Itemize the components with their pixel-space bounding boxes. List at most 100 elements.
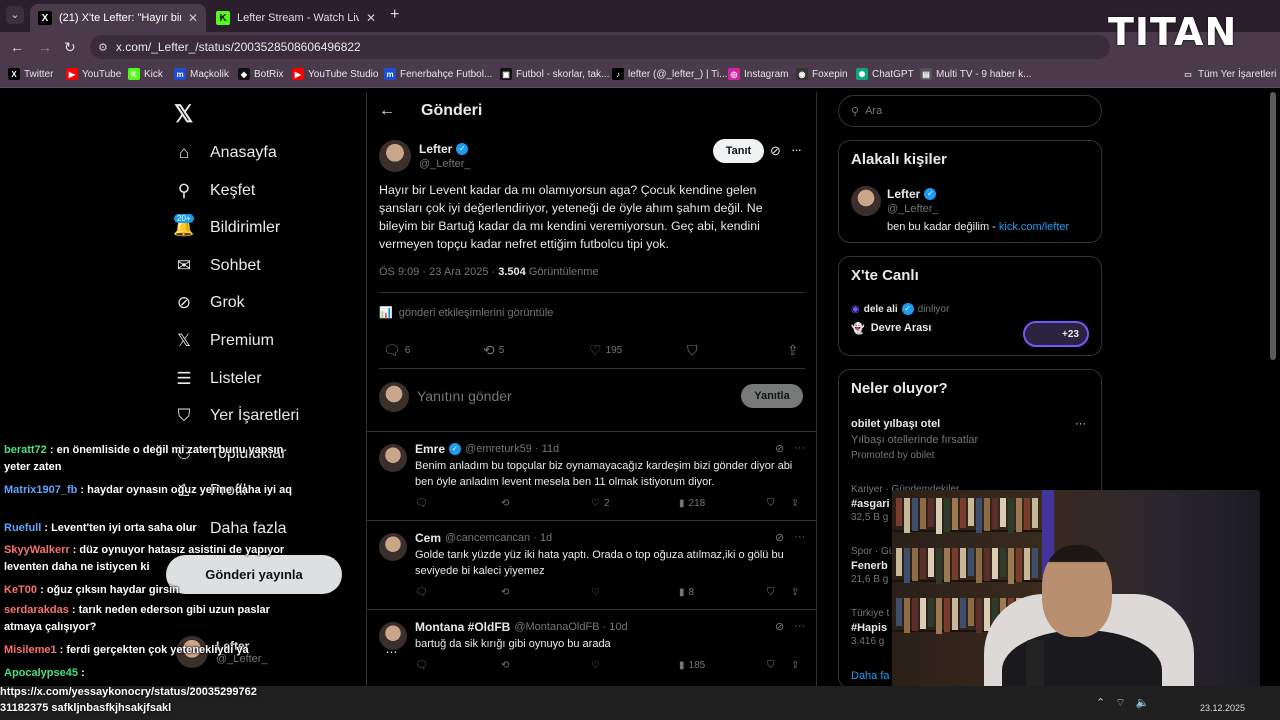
bookmark-item[interactable]: ✺ ChatGPT bbox=[856, 68, 914, 80]
sidebar-item-list[interactable]: ☰ Listeler bbox=[174, 369, 261, 389]
related-handle[interactable]: @_Lefter_ bbox=[887, 203, 939, 215]
more-icon[interactable]: ··· bbox=[1075, 418, 1086, 430]
grok-icon[interactable]: ⊘ bbox=[775, 531, 784, 544]
tweet-author[interactable]: Lefter ✓ @_Lefter_ bbox=[379, 140, 471, 172]
bookmark-item[interactable]: ▤ Multi TV - 9 haber k... bbox=[920, 68, 1031, 80]
avatar[interactable] bbox=[379, 140, 411, 172]
bookmark-item[interactable]: ◆ BotRix bbox=[238, 68, 283, 80]
retweet-action[interactable]: ⟲ 5 bbox=[483, 342, 504, 359]
reply-author[interactable]: Cem bbox=[415, 531, 441, 545]
site-info-icon[interactable]: ⚙ bbox=[98, 41, 108, 54]
sidebar-item-x[interactable]: 𝕏 Premium bbox=[174, 331, 274, 351]
forward-arrow-icon[interactable]: → bbox=[38, 39, 52, 55]
clock-date[interactable]: 23.12.2025 bbox=[1200, 703, 1245, 713]
views-action[interactable]: ▮ 218 bbox=[679, 498, 705, 509]
author-name[interactable]: Lefter bbox=[419, 142, 452, 156]
all-bookmarks-folder[interactable]: ▭ Tüm Yer İşaretleri bbox=[1182, 68, 1276, 80]
author-handle[interactable]: @_Lefter_ bbox=[419, 158, 471, 170]
more-icon[interactable]: ··· bbox=[794, 620, 805, 633]
x-logo-icon[interactable]: 𝕏 bbox=[174, 100, 193, 129]
chevron-up-icon[interactable]: ⌃ bbox=[1096, 696, 1105, 710]
share-icon[interactable]: ⇪ bbox=[791, 660, 799, 671]
view-engagements-link[interactable]: 📊 gönderi etkileşimlerini görüntüle bbox=[379, 306, 553, 320]
bookmark-item[interactable]: ♪ lefter (@_lefter_) | Ti... bbox=[612, 68, 727, 80]
share-icon[interactable]: ⇪ bbox=[791, 587, 799, 598]
sidebar-item-grok[interactable]: ⊘ Grok bbox=[174, 293, 245, 313]
avatar[interactable] bbox=[379, 622, 407, 650]
bookmark-item[interactable]: K Kick bbox=[128, 68, 163, 80]
retweet-icon[interactable]: ⟲ bbox=[501, 498, 509, 509]
bookmark-item[interactable]: X Twitter bbox=[8, 68, 53, 80]
bookmark-item[interactable]: ◎ Instagram bbox=[728, 68, 788, 80]
close-icon[interactable]: ✕ bbox=[188, 11, 198, 25]
live-space-title[interactable]: Devre Arası bbox=[871, 322, 932, 335]
reply-icon[interactable]: 🗨 bbox=[415, 498, 428, 509]
speaker-icon[interactable]: 🔈 bbox=[1136, 696, 1150, 710]
share-icon[interactable]: ⇪ bbox=[791, 498, 799, 509]
reply-tweet[interactable]: Emre ✓ @emreturk59 · 11d ⊘ ··· Benim anladım … bbox=[367, 431, 816, 520]
reply-author[interactable]: Emre bbox=[415, 442, 445, 456]
tab-kick-stream[interactable]: K Lefter Stream - Watch Live on K ✕ bbox=[208, 4, 384, 32]
wifi-icon[interactable]: ⌔ bbox=[1115, 696, 1125, 710]
bookmark-item[interactable]: ▣ Futbol - skorlar, tak... bbox=[500, 68, 609, 80]
show-more-link[interactable]: Daha fa bbox=[851, 670, 890, 682]
sidebar-item-mail[interactable]: ✉ Sohbet bbox=[174, 256, 261, 276]
bookmark-item[interactable]: ▶ YouTube Studio bbox=[292, 68, 378, 80]
reply-handle[interactable]: @MontanaOldFB · 10d bbox=[514, 621, 627, 633]
reply-action[interactable]: 🗨 6 bbox=[383, 342, 410, 359]
like-action[interactable]: ♡ 2 bbox=[591, 498, 610, 509]
promoted-trend[interactable]: obilet yılbaşı otel Yılbaşı otellerinde … bbox=[851, 417, 978, 463]
related-name[interactable]: Lefter bbox=[887, 187, 920, 201]
retweet-icon[interactable]: ⟲ bbox=[501, 587, 509, 598]
reply-input[interactable]: Yanıtını gönder bbox=[417, 388, 512, 404]
like-action[interactable]: ♡ 195 bbox=[589, 342, 622, 359]
more-icon[interactable]: ··· bbox=[791, 142, 802, 157]
back-arrow-icon[interactable]: ← bbox=[379, 102, 395, 120]
views-action[interactable]: ▮ 8 bbox=[679, 587, 694, 598]
grok-icon[interactable]: ⊘ bbox=[770, 143, 781, 159]
tab-search-button[interactable]: ⌄ bbox=[6, 6, 24, 24]
promote-button[interactable]: Tanıt bbox=[713, 139, 764, 163]
retweet-icon[interactable]: ⟲ bbox=[501, 660, 509, 671]
live-host[interactable]: dele ali bbox=[864, 304, 898, 315]
bookmark-icon[interactable]: ⛉ bbox=[767, 587, 775, 598]
like-action[interactable]: ♡ bbox=[591, 587, 604, 598]
bookmark-item[interactable]: m Fenerbahçe Futbol... bbox=[384, 68, 492, 80]
close-icon[interactable]: ✕ bbox=[366, 11, 376, 25]
avatar[interactable] bbox=[379, 533, 407, 561]
reply-handle[interactable]: @cancemcancan · 1d bbox=[445, 532, 552, 544]
new-tab-plus-icon[interactable]: + bbox=[390, 6, 399, 24]
grok-icon[interactable]: ⊘ bbox=[775, 442, 784, 455]
reply-author[interactable]: Montana #OldFB bbox=[415, 620, 510, 634]
avatar[interactable] bbox=[851, 186, 881, 216]
bookmark-icon[interactable]: ⛉ bbox=[767, 498, 775, 509]
more-icon[interactable]: ··· bbox=[794, 531, 805, 544]
reply-handle[interactable]: @emreturk59 · 11d bbox=[465, 443, 559, 455]
back-arrow-icon[interactable]: ← bbox=[10, 39, 24, 55]
reply-button[interactable]: Yanıtla bbox=[741, 384, 803, 408]
bookmark-item[interactable]: ◉ Foxepin bbox=[796, 68, 848, 80]
more-icon[interactable]: ··· bbox=[794, 442, 805, 455]
sidebar-item-home[interactable]: ⌂ Anasayfa bbox=[174, 143, 277, 163]
like-action[interactable]: ♡ bbox=[591, 660, 604, 671]
trend-item[interactable]: Türkiye t #Hapis 3.416 g bbox=[851, 607, 889, 649]
scrollbar[interactable] bbox=[1270, 92, 1276, 360]
search-input[interactable]: ⚲ Ara bbox=[838, 95, 1102, 127]
trend-item[interactable]: Spor · Gü Fenerb 21,6 B g bbox=[851, 545, 894, 587]
tab-x-post[interactable]: X (21) X'te Lefter: "Hayır bir Leven ✕ bbox=[30, 4, 206, 32]
join-space-button[interactable]: +23 bbox=[1023, 321, 1089, 347]
reply-icon[interactable]: 🗨 bbox=[415, 587, 428, 598]
tweet-timestamp[interactable]: ÖS 9:09 · 23 Ara 2025 · bbox=[379, 266, 498, 278]
bookmark-item[interactable]: ▶ YouTube bbox=[66, 68, 121, 80]
sidebar-item-search[interactable]: ⚲ Keşfet bbox=[174, 181, 256, 201]
bookmark-item[interactable]: m Maçkolik bbox=[174, 68, 229, 80]
share-action[interactable]: ⇪ bbox=[787, 342, 799, 359]
address-bar[interactable]: ⚙ x.com/_Lefter_/status/2003528508606496… bbox=[90, 35, 1110, 59]
avatar[interactable] bbox=[379, 444, 407, 472]
grok-icon[interactable]: ⊘ bbox=[775, 620, 784, 633]
reload-icon[interactable]: ↻ bbox=[64, 39, 76, 56]
related-link[interactable]: kick.com/lefter bbox=[999, 221, 1069, 233]
bookmark-icon[interactable]: ⛉ bbox=[767, 660, 775, 671]
bookmark-action[interactable]: ⛉ bbox=[687, 342, 698, 359]
views-action[interactable]: ▮ 185 bbox=[679, 660, 705, 671]
